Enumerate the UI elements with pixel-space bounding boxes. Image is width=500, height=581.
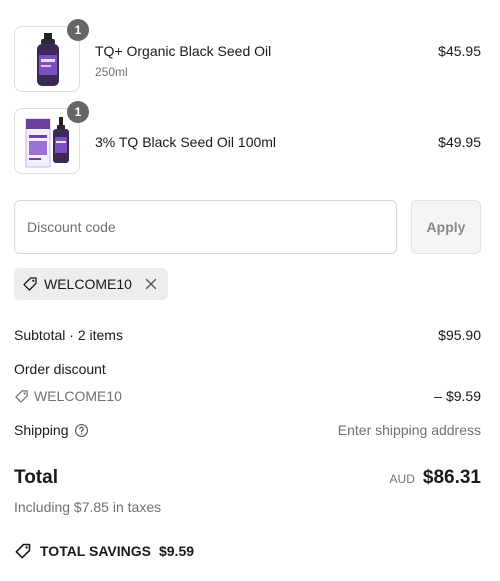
total-amount: $86.31 [422, 467, 481, 488]
order-discount-value: – $9.59 [434, 388, 481, 404]
shipping-label: Shipping [14, 422, 69, 438]
total-amount-group: AUD $86.31 [390, 467, 481, 489]
order-discount-code-row: WELCOME10 – $9.59 [14, 388, 481, 407]
total-savings: TOTAL SAVINGS $9.59 [14, 542, 194, 560]
line-item: 1 TQ+ Organic Black Seed Oil 250ml $45.9… [14, 19, 481, 92]
product-price: $45.95 [438, 43, 481, 59]
subtotal-value: $95.90 [438, 327, 481, 343]
quantity-badge: 1 [67, 19, 89, 41]
subtotal-label: Subtotal · 2 items [14, 327, 123, 343]
applied-discount-code: WELCOME10 [44, 276, 132, 292]
product-price: $49.95 [438, 134, 481, 150]
total-label: Total [14, 467, 58, 488]
help-icon[interactable] [74, 423, 89, 438]
order-discount-code: WELCOME10 [34, 388, 122, 404]
shipping-value: Enter shipping address [337, 422, 481, 438]
subtotal-row: Subtotal · 2 items $95.90 [14, 327, 481, 343]
line-item: 1 3% TQ Black Seed Oil 100ml $49.95 [14, 101, 481, 174]
product-name: TQ+ Organic Black Seed Oil [95, 43, 272, 59]
product-variant: 250ml [95, 65, 128, 79]
remove-discount-close-icon[interactable] [144, 277, 158, 291]
taxes-note: Including $7.85 in taxes [14, 499, 162, 515]
order-discount-row: Order discount [14, 361, 481, 377]
product-thumbnail: 1 [14, 101, 89, 174]
product-thumbnail: 1 [14, 19, 89, 92]
total-savings-amount: $9.59 [158, 543, 195, 559]
tag-icon [22, 276, 38, 292]
quantity-badge: 1 [67, 101, 89, 123]
product-name: 3% TQ Black Seed Oil 100ml [95, 134, 277, 150]
total-currency: AUD [389, 472, 415, 486]
total-savings-label: TOTAL SAVINGS [40, 543, 151, 559]
applied-discount-tag: WELCOME10 [14, 268, 168, 300]
discount-code-input[interactable] [14, 200, 397, 254]
savings-tag-icon [14, 542, 32, 560]
apply-discount-button[interactable]: Apply [411, 200, 481, 254]
order-discount-label: Order discount [14, 361, 106, 377]
tag-icon [14, 389, 29, 404]
shipping-row: Shipping Enter shipping address [14, 422, 481, 438]
